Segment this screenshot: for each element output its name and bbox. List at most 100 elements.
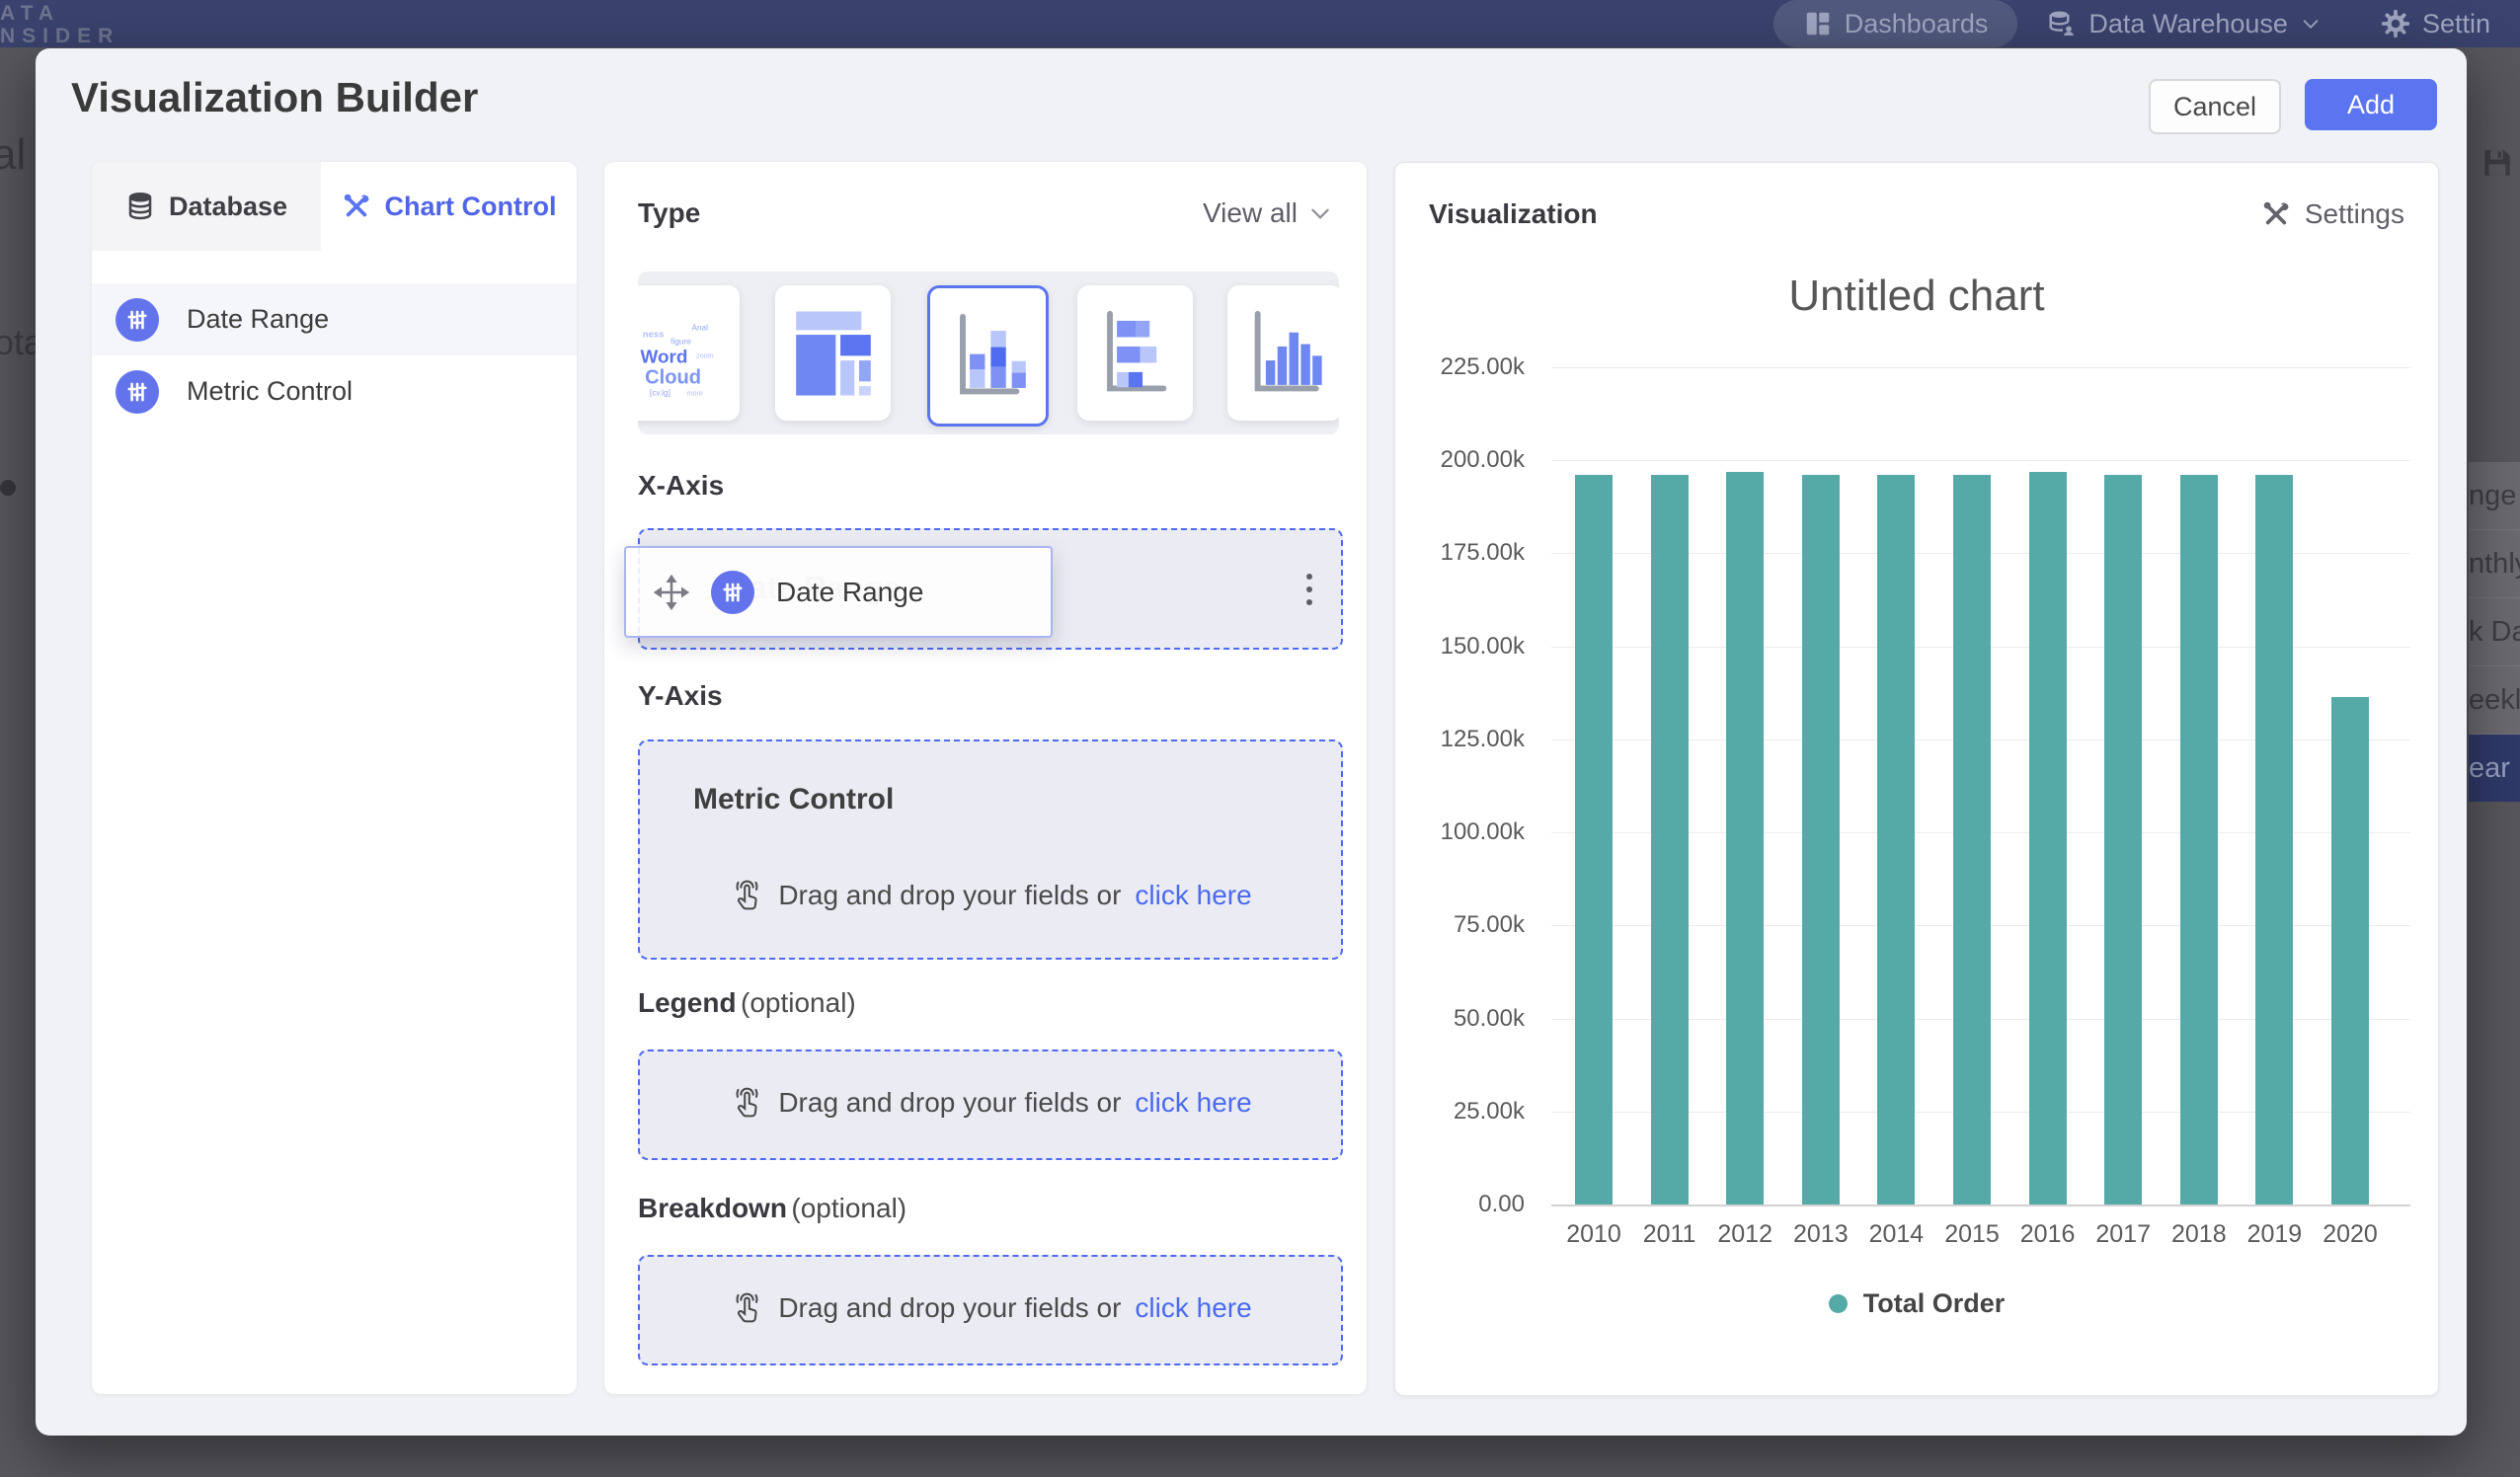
drop-hint: Drag and drop your fields or click here <box>640 1085 1341 1121</box>
builder-panel: Type View all nessAnalfigureWordzoomClou… <box>604 162 1367 1394</box>
save-icon <box>2481 146 2514 180</box>
visualization-builder-modal: Visualization Builder Cancel Add Databas… <box>36 48 2467 1436</box>
chart-type-stacked-column[interactable] <box>927 285 1049 427</box>
bar-2013 <box>1802 475 1840 1205</box>
click-here-link[interactable]: click here <box>1135 880 1251 911</box>
gear-icon <box>2381 9 2410 39</box>
y-axis-tick-label: 50.00k <box>1406 1005 1525 1033</box>
click-here-link[interactable]: click here <box>1135 1087 1251 1119</box>
gridline <box>1551 367 2410 368</box>
legend-label: Total Order <box>1863 1288 2006 1319</box>
svg-text:Cloud: Cloud <box>645 366 701 388</box>
chart-type-column[interactable] <box>1227 285 1339 421</box>
field-item-date-range[interactable]: Date Range <box>92 283 577 355</box>
bar-2011 <box>1651 475 1689 1205</box>
field-menu-button[interactable] <box>1305 567 1313 612</box>
tab-chart-control[interactable]: Chart Control <box>321 162 577 251</box>
x-axis-heading: X-Axis <box>638 470 724 502</box>
modal-title: Visualization Builder <box>71 74 478 121</box>
field-item-label: Metric Control <box>187 376 353 407</box>
screen: al ota ngenthlyk Dateeeklyear ATA NSIDER… <box>0 0 2520 1477</box>
gridline <box>1551 460 2410 461</box>
top-nav-bar: ATA NSIDER Dashboards Data Warehouse Setti… <box>0 0 2520 47</box>
y-axis-tick-label: 200.00k <box>1406 446 1525 474</box>
bg-menu-item-label: ear <box>2469 752 2510 785</box>
add-button[interactable]: Add <box>2305 79 2437 130</box>
visualization-panel: Visualization Settings Untitled chart 0.… <box>1394 162 2439 1396</box>
gridline <box>1551 1205 2410 1206</box>
bg-menu-item-label: nge <box>2469 480 2516 512</box>
bg-menu-item: k Date <box>2469 598 2520 666</box>
field-item-metric-control[interactable]: Metric Control <box>92 355 577 428</box>
bar-2019 <box>2255 475 2293 1205</box>
breakdown-heading: Breakdown (optional) <box>638 1193 906 1224</box>
tap-icon <box>729 1290 764 1326</box>
tab-label: Chart Control <box>385 192 557 222</box>
sliders-icon <box>116 370 159 414</box>
tap-icon <box>729 878 764 913</box>
bar-2017 <box>2104 475 2142 1205</box>
legend-dot <box>1829 1294 1848 1313</box>
bg-menu-item-label: k Date <box>2469 616 2520 649</box>
nav-item-data-warehouse[interactable]: Data Warehouse <box>2017 0 2351 47</box>
drop-hint: Drag and drop your fields or click here <box>640 1290 1341 1326</box>
chart-type-stacked-bar[interactable] <box>1077 285 1193 421</box>
tap-icon <box>729 1085 764 1121</box>
bar-chart: 0.0025.00k50.00k75.00k100.00k125.00k150.… <box>1395 163 2438 1395</box>
x-axis-tick-label: 2020 <box>2306 1220 2395 1249</box>
database-icon <box>125 192 155 221</box>
chart-type-strip: nessAnalfigureWordzoomCloud[cv.lg]more <box>638 272 1339 434</box>
svg-text:[cv.lg]: [cv.lg] <box>649 388 669 397</box>
bg-text-fragment: al <box>0 130 26 180</box>
view-all-dropdown[interactable]: View all <box>1203 197 1333 229</box>
chart-type-word-cloud[interactable]: nessAnalfigureWordzoomCloud[cv.lg]more <box>638 285 740 421</box>
cancel-button[interactable]: Cancel <box>2149 79 2281 134</box>
sliders-icon <box>711 571 754 614</box>
svg-text:ness: ness <box>642 329 664 340</box>
chart-type-treemap[interactable] <box>775 285 891 421</box>
bar-2014 <box>1877 475 1915 1205</box>
chevron-down-icon <box>2300 13 2322 35</box>
svg-text:more: more <box>686 389 702 397</box>
date-range-chip[interactable]: Date Range <box>624 546 1053 638</box>
svg-text:zoom: zoom <box>696 351 713 359</box>
type-heading: Type <box>638 197 700 229</box>
y-axis-tick-label: 150.00k <box>1406 633 1525 661</box>
y-axis-tick-label: 100.00k <box>1406 818 1525 846</box>
bar-2016 <box>2029 472 2067 1205</box>
y-axis-tick-label: 125.00k <box>1406 726 1525 753</box>
fields-panel: Database Chart Control Date Range Metric C… <box>92 162 577 1394</box>
bg-menu-item: nthly <box>2469 530 2520 598</box>
click-here-link[interactable]: click here <box>1135 1292 1251 1324</box>
chart-legend: Total Order <box>1395 1288 2438 1319</box>
bg-menu-item-label: nthly <box>2469 548 2520 581</box>
svg-text:Word: Word <box>640 347 687 367</box>
dashboard-icon <box>1803 9 1833 39</box>
y-axis-tick-label: 175.00k <box>1406 539 1525 567</box>
nav-item-label: Data Warehouse <box>2088 9 2288 39</box>
field-item-label: Date Range <box>187 304 329 335</box>
bar-2015 <box>1953 475 1991 1205</box>
nav-item-dashboards[interactable]: Dashboards <box>1773 0 2018 47</box>
nav-item-label: Settin <box>2422 9 2490 39</box>
sliders-icon <box>116 298 159 342</box>
y-axis-heading: Y-Axis <box>638 680 723 712</box>
y-axis-dropzone[interactable]: Metric Control Drag and drop your fields… <box>638 739 1343 960</box>
tools-icon <box>342 192 371 221</box>
legend-heading: Legend (optional) <box>638 987 856 1019</box>
y-axis-tick-label: 225.00k <box>1406 353 1525 381</box>
y-axis-tick-label: 75.00k <box>1406 911 1525 939</box>
bg-menu-item: ear <box>2469 735 2520 802</box>
nav-item-label: Dashboards <box>1845 9 1989 39</box>
bg-menu-item: nge <box>2469 462 2520 530</box>
bg-bullet <box>0 480 16 496</box>
tab-database[interactable]: Database <box>92 162 321 251</box>
app-logo: ATA NSIDER <box>0 2 119 47</box>
breakdown-dropzone[interactable]: Drag and drop your fields or click here <box>638 1255 1343 1365</box>
svg-text:figure: figure <box>670 337 691 346</box>
nav-item-settin[interactable]: Settin <box>2351 0 2520 47</box>
legend-dropzone[interactable]: Drag and drop your fields or click here <box>638 1049 1343 1160</box>
move-icon <box>654 575 689 610</box>
bar-2018 <box>2180 475 2218 1205</box>
x-axis-dropzone[interactable]: Date Range Date Range <box>638 528 1343 650</box>
